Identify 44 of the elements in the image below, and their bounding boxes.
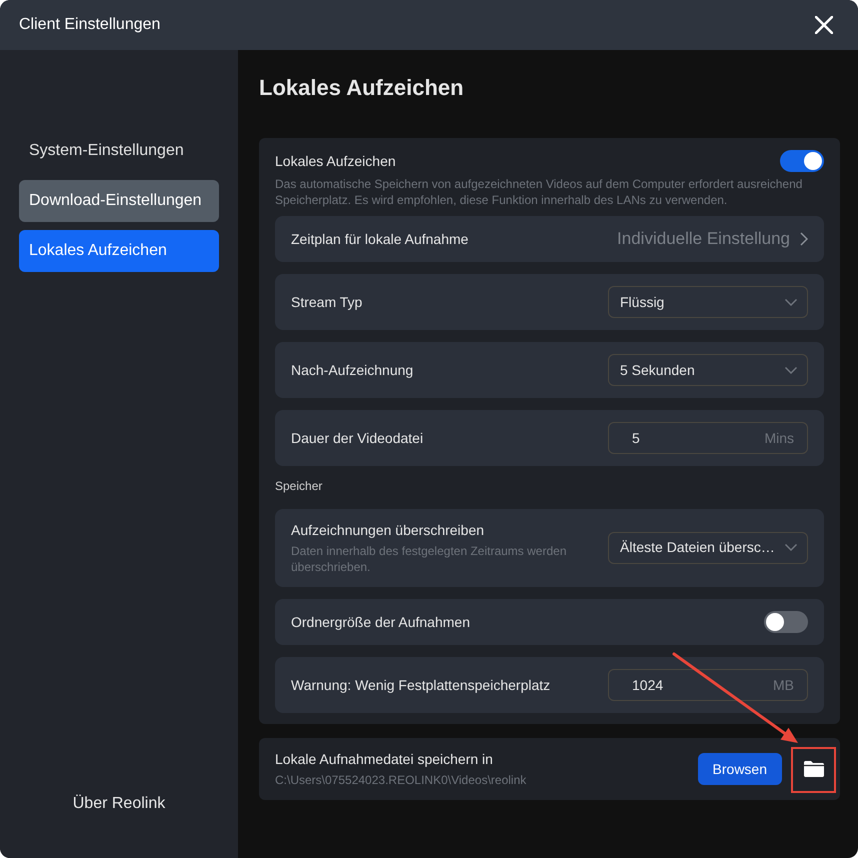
section-title: Lokales Aufzeichen (275, 152, 396, 170)
toggle-switch[interactable] (780, 150, 824, 172)
group-label: Speicher (275, 478, 324, 494)
chevron-right-icon (800, 232, 808, 246)
setting-row[interactable]: Zeitplan für lokale Aufnahme Individuelle Einstellung (275, 216, 824, 262)
about-link[interactable]: Über Reolink (72, 792, 166, 816)
chevron-down-icon (785, 366, 797, 374)
dropdown-value: Älteste Dateien übersc… (620, 538, 775, 557)
setting-label: Aufzeichnungen überschreiben (291, 521, 486, 540)
browse-button[interactable]: Browsen (698, 753, 782, 785)
dropdown[interactable]: Flüssig (608, 286, 808, 318)
dropdown[interactable]: Älteste Dateien übersc… (608, 532, 808, 564)
setting-value: Individuelle Einstellung (617, 228, 790, 250)
close-button[interactable] (814, 15, 834, 35)
close-icon (815, 16, 833, 34)
setting-label: Warnung: Wenig Festplattenspeicherplatz (291, 676, 550, 695)
unit-label: MB (773, 676, 794, 694)
highlight-frame (791, 747, 836, 793)
field-value: 1024 (632, 676, 664, 694)
setting-label: Stream Typ (291, 293, 362, 312)
window-title: Client Einstellungen (19, 15, 160, 35)
setting-label: Nach-Aufzeichnung (291, 361, 414, 380)
save-path: C:\Users\075524023.REOLINK0\Videos\reolink (275, 772, 526, 788)
section-description: Das automatische Speichern von aufgezeichneten Videos auf dem Computer erfordert ausreichend Speicherplatz. Es wird empfohlen, diese Funktion innerhalb des LANs zu verwenden. (275, 176, 804, 208)
setting-label: Dauer der Videodatei (291, 429, 424, 448)
chevron-down-icon (785, 544, 797, 551)
field-value: 5 (632, 428, 640, 448)
unit-label: Mins (764, 428, 794, 448)
sidebar-item[interactable]: Lokales Aufzeichen (19, 230, 219, 272)
dropdown[interactable]: 5 Sekunden (608, 354, 808, 386)
dropdown-value: Flüssig (620, 292, 664, 312)
toggle-switch[interactable] (764, 611, 808, 633)
folder-icon (803, 760, 825, 778)
save-location-label: Lokale Aufnahmedatei speichern in (275, 750, 494, 768)
number-field[interactable]: 5 Mins (608, 422, 808, 454)
chevron-down-icon (785, 298, 797, 306)
page-title: Lokales Aufzeichen (259, 74, 465, 102)
dropdown-value: 5 Sekunden (620, 360, 695, 380)
sidebar-item[interactable]: Download-Einstellungen (19, 180, 219, 222)
sidebar-item[interactable]: System-Einstellungen (19, 130, 219, 172)
setting-label: Zeitplan für lokale Aufnahme (291, 230, 468, 249)
setting-hint: Daten innerhalb des festgelegten Zeitraums werden überschrieben. (291, 543, 568, 575)
setting-label: Ordnergröße der Aufnahmen (291, 612, 470, 632)
number-field[interactable]: 1024 MB (608, 669, 808, 701)
